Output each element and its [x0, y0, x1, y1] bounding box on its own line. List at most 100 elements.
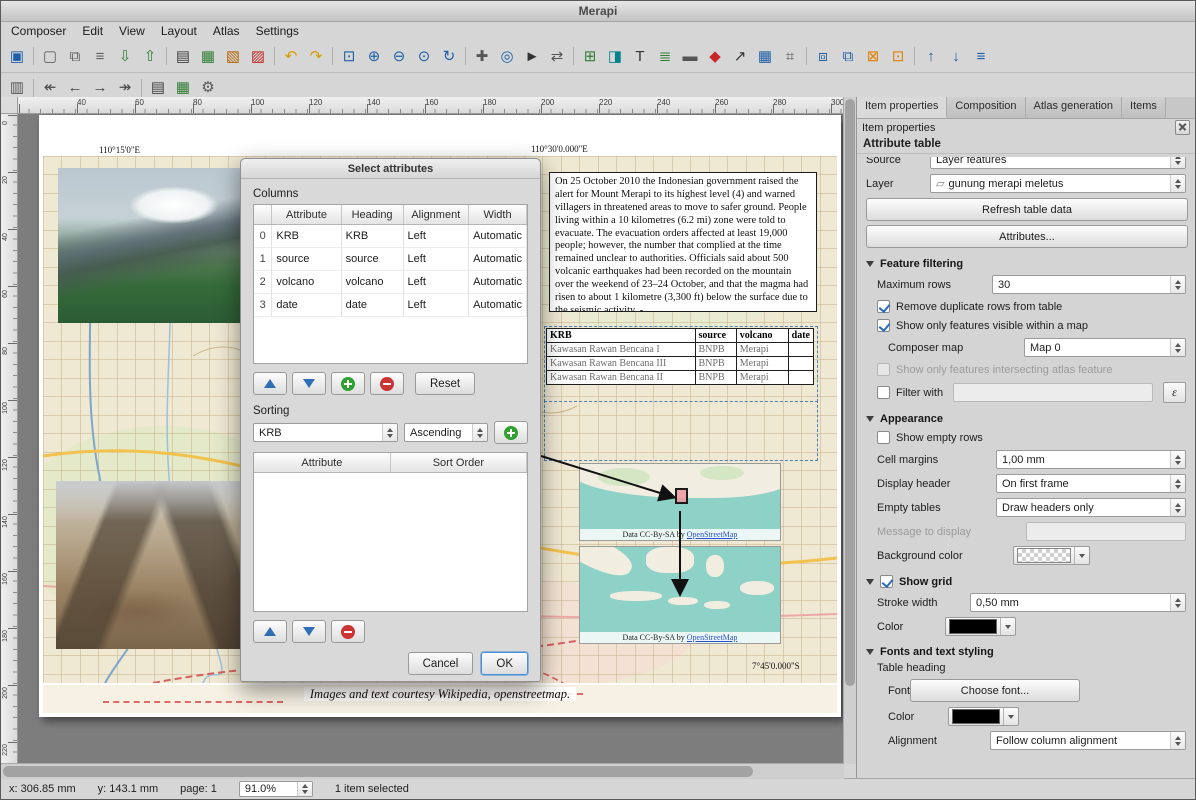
add-basic-shape-button[interactable]: ◆: [703, 45, 727, 68]
attributes-button[interactable]: Attributes...: [866, 225, 1188, 248]
tab-composition[interactable]: Composition: [947, 97, 1025, 118]
column-definition-row[interactable]: 1sourcesourceLeftAutomatic: [254, 248, 527, 271]
cancel-button[interactable]: Cancel: [408, 652, 474, 675]
refresh-table-data-button[interactable]: Refresh table data: [866, 198, 1188, 221]
osm-link[interactable]: OpenStreetMap: [687, 633, 738, 642]
unlock-all-items-button[interactable]: ⊡: [886, 45, 910, 68]
volcano-photo[interactable]: [58, 168, 251, 323]
grid-color-button[interactable]: [945, 617, 1016, 636]
vertical-scrollbar-thumb[interactable]: [845, 99, 855, 686]
filter-with-checkbox[interactable]: [877, 386, 890, 399]
zoom-full-button[interactable]: ⊡: [337, 45, 361, 68]
add-legend-button[interactable]: ≣: [653, 45, 677, 68]
menu-layout[interactable]: Layout: [153, 23, 205, 39]
remove-duplicates-checkbox[interactable]: [877, 300, 890, 313]
zoom-out-button[interactable]: ⊖: [387, 45, 411, 68]
add-column-button[interactable]: [331, 372, 365, 395]
zoom-combo[interactable]: 91.0%: [239, 781, 313, 797]
menu-settings[interactable]: Settings: [248, 23, 307, 39]
column-definition-row[interactable]: 2volcanovolcanoLeftAutomatic: [254, 271, 527, 294]
move-sort-down-button[interactable]: [292, 620, 326, 643]
osm-link[interactable]: OpenStreetMap: [687, 530, 738, 539]
print-button[interactable]: ▤: [171, 45, 195, 68]
attribute-header[interactable]: Attribute: [272, 205, 341, 225]
next-feature-button[interactable]: →: [88, 76, 112, 99]
menu-edit[interactable]: Edit: [74, 23, 111, 39]
column-definition-row[interactable]: 3datedateLeftAutomatic: [254, 294, 527, 317]
remove-sort-button[interactable]: [331, 620, 365, 643]
lower-selected-items-button[interactable]: ↓: [944, 45, 968, 68]
menu-composer[interactable]: Composer: [3, 23, 74, 39]
color-dropdown-icon[interactable]: [1074, 547, 1089, 564]
visible-within-map-checkbox[interactable]: [877, 319, 890, 332]
color-dropdown-icon[interactable]: [1003, 708, 1018, 725]
cell-margins-spinner[interactable]: 1,00 mm: [996, 450, 1186, 469]
move-column-down-button[interactable]: [292, 372, 326, 395]
move-item-content-button[interactable]: ⇄: [545, 45, 569, 68]
refresh-view-button[interactable]: ↻: [437, 45, 461, 68]
inset-map-regional[interactable]: Data CC-By-SA by OpenStreetMap: [579, 463, 781, 541]
width-header[interactable]: Width: [469, 205, 527, 225]
heading-header[interactable]: Heading: [341, 205, 403, 225]
group-items-button[interactable]: ⧈: [811, 45, 835, 68]
align-items-button[interactable]: ≡: [969, 45, 993, 68]
column-definition-row[interactable]: 0KRBKRBLeftAutomatic: [254, 225, 527, 248]
add-html-frame-button[interactable]: ⌗: [778, 45, 802, 68]
first-feature-button[interactable]: ↞: [38, 76, 62, 99]
move-sort-up-button[interactable]: [253, 620, 287, 643]
duplicate-composition-button[interactable]: ⧉: [63, 45, 87, 68]
add-scalebar-button[interactable]: ▬: [678, 45, 702, 68]
sort-order-header[interactable]: Sort Order: [390, 453, 526, 473]
move-column-up-button[interactable]: [253, 372, 287, 395]
zoom-in-button[interactable]: ⊕: [362, 45, 386, 68]
map-attribute-table[interactable]: KRB source volcano date Kawasan Rawan Be…: [546, 328, 814, 385]
new-composition-button[interactable]: ▢: [38, 45, 62, 68]
export-as-image-button[interactable]: ▦: [196, 45, 220, 68]
add-label-button[interactable]: T: [628, 45, 652, 68]
preview-atlas-button[interactable]: ▥: [5, 76, 29, 99]
menu-atlas[interactable]: Atlas: [205, 23, 248, 39]
atlas-settings-button[interactable]: ⚙: [196, 76, 220, 99]
export-as-svg-button[interactable]: ▧: [221, 45, 245, 68]
add-image-button[interactable]: ◨: [603, 45, 627, 68]
stroke-width-spinner[interactable]: 0,50 mm: [970, 593, 1186, 612]
previous-feature-button[interactable]: ←: [63, 76, 87, 99]
raise-selected-items-button[interactable]: ↑: [919, 45, 943, 68]
fonts-section[interactable]: Fonts and text styling: [866, 646, 1186, 658]
inset-map-overview[interactable]: Data CC-By-SA by OpenStreetMap: [579, 546, 781, 644]
export-atlas-as-image-button[interactable]: ▦: [171, 76, 195, 99]
panel-close-icon[interactable]: [1175, 120, 1190, 135]
heading-color-button[interactable]: [948, 707, 1019, 726]
print-atlas-button[interactable]: ▤: [146, 76, 170, 99]
background-color-button[interactable]: [1013, 546, 1090, 565]
redo-button[interactable]: ↷: [304, 45, 328, 68]
zoom-tool-button[interactable]: ◎: [495, 45, 519, 68]
sort-attribute-combo[interactable]: KRB: [253, 423, 398, 442]
show-grid-checkbox[interactable]: [880, 575, 893, 588]
source-combo[interactable]: Layer features: [930, 157, 1186, 169]
zoom-actual-button[interactable]: ⊙: [412, 45, 436, 68]
save-as-template-button[interactable]: ⇩: [113, 45, 137, 68]
select-move-item-button[interactable]: ►: [520, 45, 544, 68]
ok-button[interactable]: OK: [481, 652, 528, 675]
choose-font-button[interactable]: Choose font...: [910, 679, 1080, 702]
columns-table[interactable]: Attribute Heading Alignment Width 0KRBKR…: [253, 204, 528, 364]
feature-filtering-section[interactable]: Feature filtering: [866, 258, 1186, 270]
add-new-map-button[interactable]: ⊞: [578, 45, 602, 68]
alignment-header[interactable]: Alignment: [403, 205, 469, 225]
layer-combo[interactable]: ▱ gunung merapi meletus: [930, 174, 1186, 193]
reset-button[interactable]: Reset: [415, 372, 475, 395]
maximum-rows-spinner[interactable]: 30: [992, 275, 1186, 294]
article-text-frame[interactable]: On 25 October 2010 the Indonesian govern…: [549, 172, 817, 312]
add-attribute-table-button[interactable]: ▦: [753, 45, 777, 68]
composer-map-combo[interactable]: Map 0: [1024, 338, 1186, 357]
composition-manager-button[interactable]: ≡: [88, 45, 112, 68]
dialog-titlebar[interactable]: Select attributes: [241, 159, 540, 179]
appearance-section[interactable]: Appearance: [866, 413, 1186, 425]
add-sort-button[interactable]: [494, 421, 528, 444]
tab-atlas-generation[interactable]: Atlas generation: [1026, 97, 1123, 118]
tab-items[interactable]: Items: [1122, 97, 1166, 118]
add-arrow-button[interactable]: ↗: [728, 45, 752, 68]
sort-order-combo[interactable]: Ascending: [404, 423, 488, 442]
filter-expression-input[interactable]: [953, 383, 1153, 402]
